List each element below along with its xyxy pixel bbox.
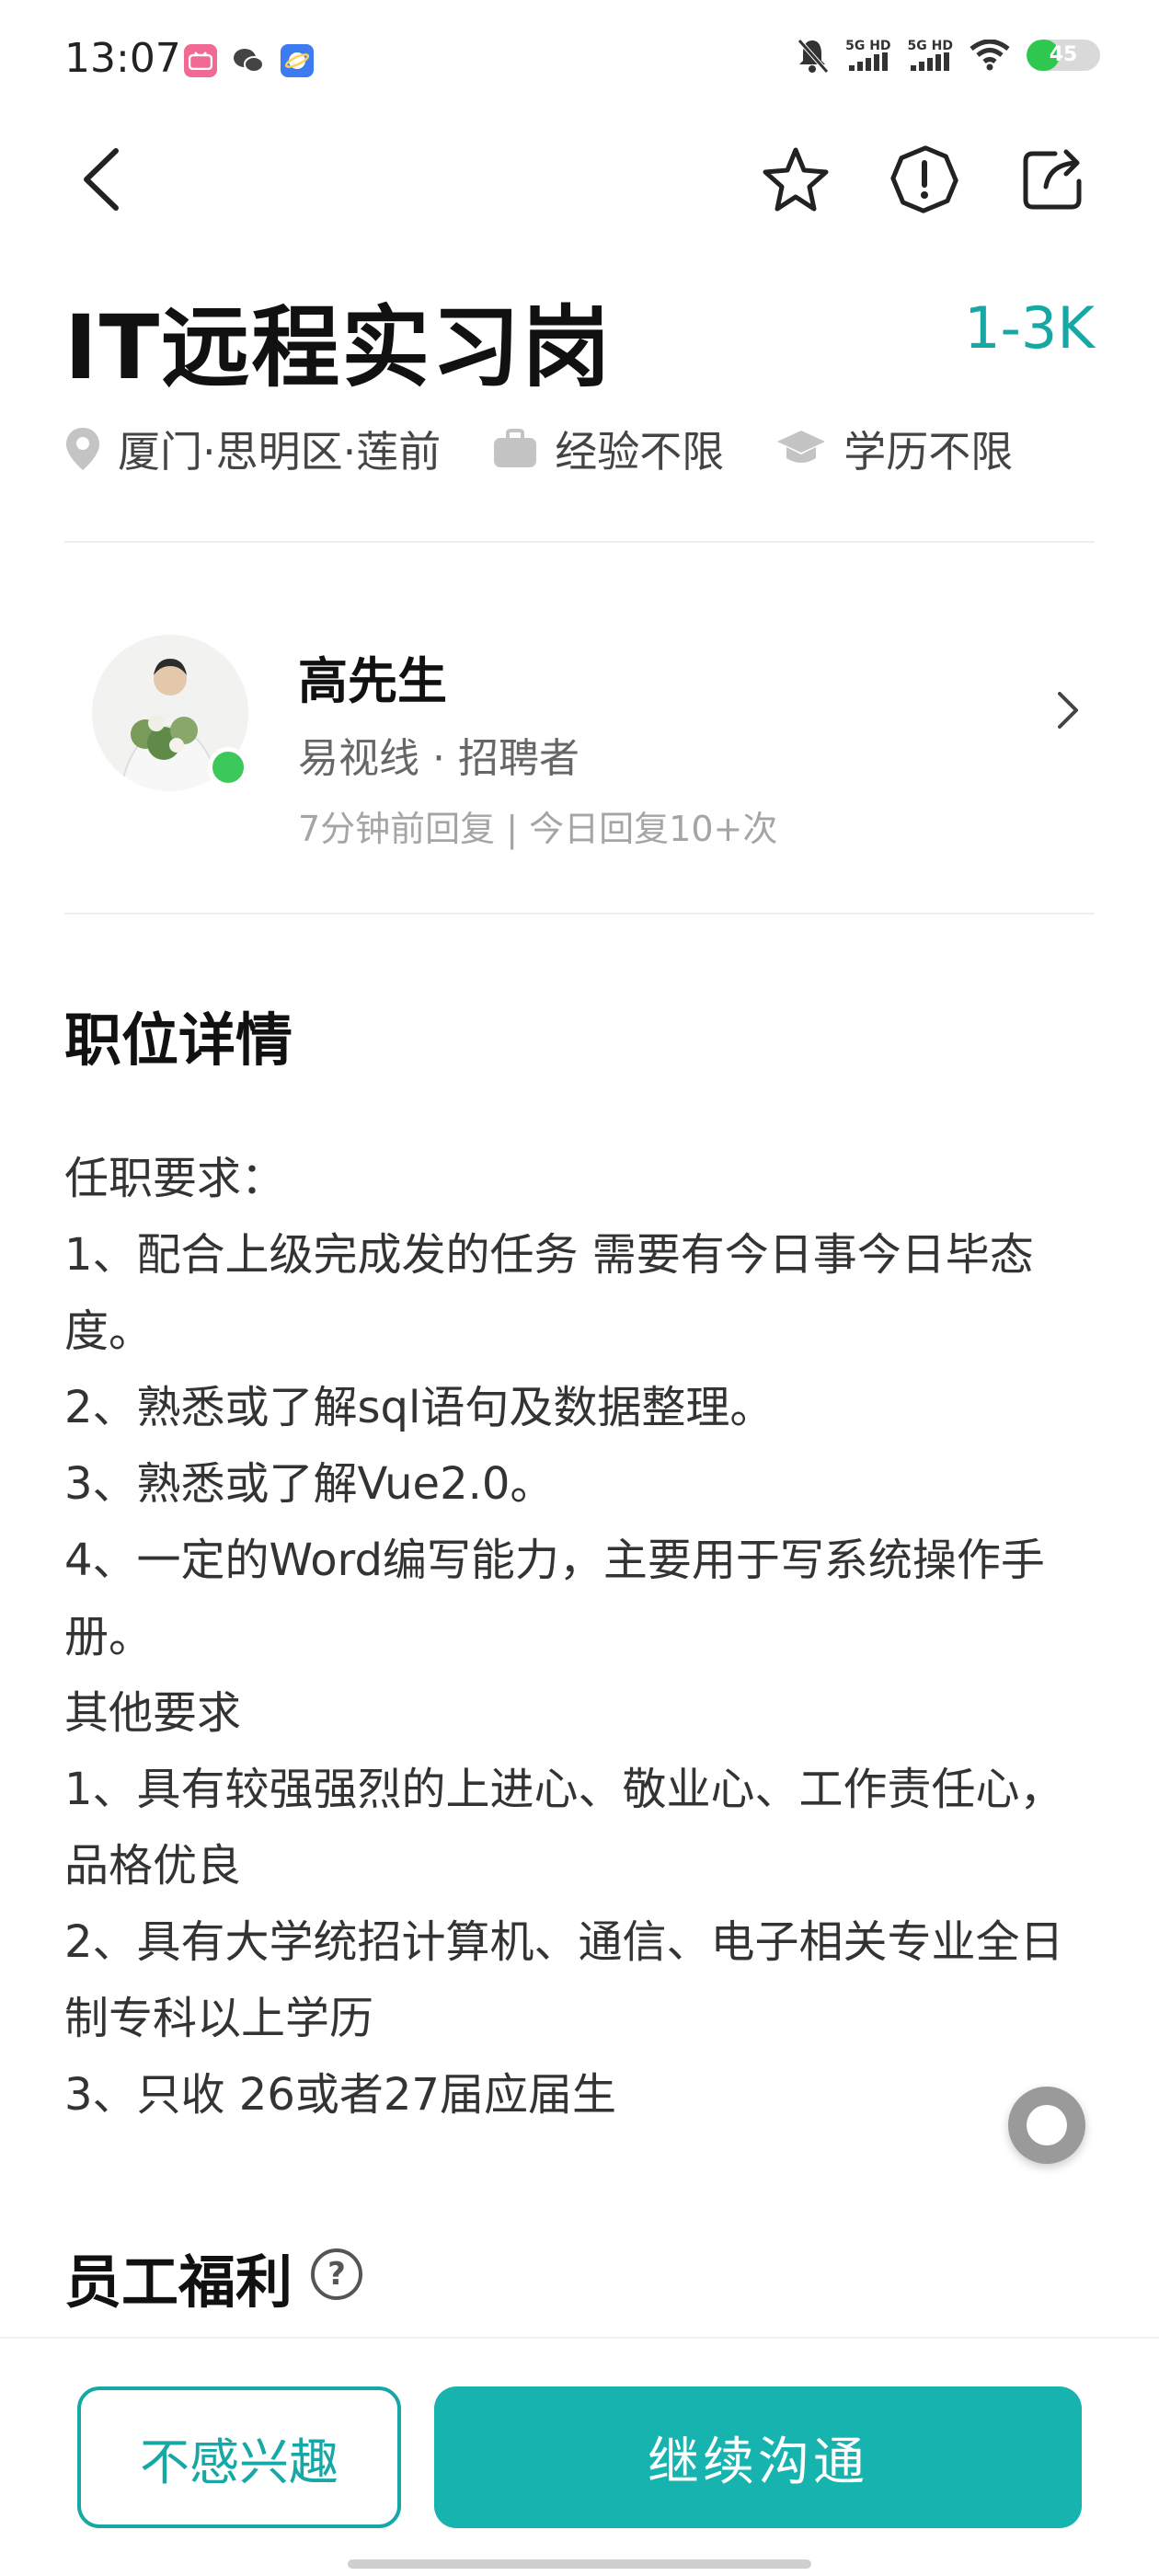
salary: 1-3K (964, 294, 1095, 362)
location-pin-icon (66, 428, 99, 470)
recruiter-name: 高先生 (298, 652, 447, 710)
star-icon (763, 147, 829, 212)
location-text: 厦门·思明区·莲前 (118, 427, 442, 477)
graduation-cap-icon (777, 431, 826, 463)
battery-indicator: 45 (1027, 40, 1100, 71)
description-line: 2、熟悉或了解sql语句及数据整理。 (64, 1382, 775, 1433)
browser-app-icon (281, 44, 314, 77)
home-indicator[interactable] (348, 2559, 811, 2569)
job-details-heading: 职位详情 (64, 1006, 293, 1074)
recruiter-company-role: 易视线 · 招聘者 (298, 735, 580, 782)
share-icon (1023, 149, 1082, 210)
continue-chat-button[interactable]: 继续沟通 (434, 2386, 1082, 2528)
favorite-button[interactable] (754, 138, 837, 221)
divider (64, 541, 1095, 543)
status-indicators: 5G HD 5G HD 45 (796, 37, 1100, 74)
bottom-action-bar: 不感兴趣 继续沟通 (0, 2337, 1159, 2576)
online-status-dot (208, 747, 248, 788)
description-line: 1、具有较强强烈的上进心、敬业心、工作责任心，品格优良 (64, 1764, 1064, 1892)
experience-tag: 经验不限 (492, 419, 724, 479)
description-line: 其他要求 (64, 1687, 242, 1739)
recruiter-detail-link[interactable] (1039, 683, 1095, 738)
status-time: 13:07 (64, 35, 181, 82)
report-button[interactable] (883, 138, 966, 221)
benefits-heading: 员工福利 (64, 2248, 293, 2316)
chevron-left-icon (84, 148, 119, 211)
wifi-icon (970, 40, 1010, 71)
chevron-right-icon (1058, 692, 1078, 729)
location-tag: 厦门·思明区·莲前 (64, 419, 441, 479)
education-tag: 学历不限 (775, 419, 1013, 479)
briefcase-icon (494, 429, 537, 467)
recruiter-reply-info: 7分钟前回复 | 今日回复10+次 (298, 809, 778, 849)
battery-level: 45 (1049, 43, 1078, 66)
recruiter-card[interactable]: 高先生 易视线 · 招聘者 7分钟前回复 | 今日回复10+次 (64, 607, 1095, 883)
description-line: 3、只收 26或者27届应届生 (64, 2069, 616, 2121)
job-tags: 厦门·思明区·莲前 经验不限 学历不限 (64, 419, 1013, 479)
wechat-app-icon (232, 44, 265, 77)
job-title: IT远程实习岗 (64, 296, 613, 399)
signal-2-label: 5G HD (907, 39, 953, 53)
floating-button-center (1027, 2105, 1067, 2145)
top-navigation (0, 129, 1159, 230)
education-text: 学历不限 (843, 427, 1014, 477)
description-line: 2、具有大学统招计算机、通信、电子相关专业全日制专科以上学历 (64, 1916, 1064, 2044)
signal-2: 5G HD (908, 40, 953, 71)
not-interested-button[interactable]: 不感兴趣 (77, 2386, 401, 2528)
bilibili-app-icon (184, 44, 217, 77)
mute-bell-icon (798, 39, 829, 74)
back-button[interactable] (61, 138, 143, 221)
job-description: 任职要求： 1、配合上级完成发的任务 需要有今日事今日毕态度。 2、熟悉或了解s… (64, 1141, 1104, 2133)
floating-assist-button[interactable] (1008, 2087, 1085, 2164)
description-line: 3、熟悉或了解Vue2.0。 (64, 1458, 555, 1510)
description-line: 4、一定的Word编写能力，主要用于写系统操作手册。 (64, 1535, 1045, 1662)
status-bar: 13:07 5G HD 5G HD 45 (0, 0, 1159, 121)
alert-icon (890, 145, 958, 213)
description-line: 任职要求： (64, 1153, 286, 1204)
signal-1: 5G HD (845, 39, 891, 71)
share-button[interactable] (1012, 138, 1095, 221)
divider (64, 913, 1095, 914)
description-line: 1、配合上级完成发的任务 需要有今日事今日毕态度。 (64, 1229, 1034, 1357)
experience-text: 经验不限 (555, 427, 725, 477)
question-mark-icon[interactable]: ? (311, 2248, 362, 2300)
signal-1-label: 5G HD (845, 39, 891, 53)
